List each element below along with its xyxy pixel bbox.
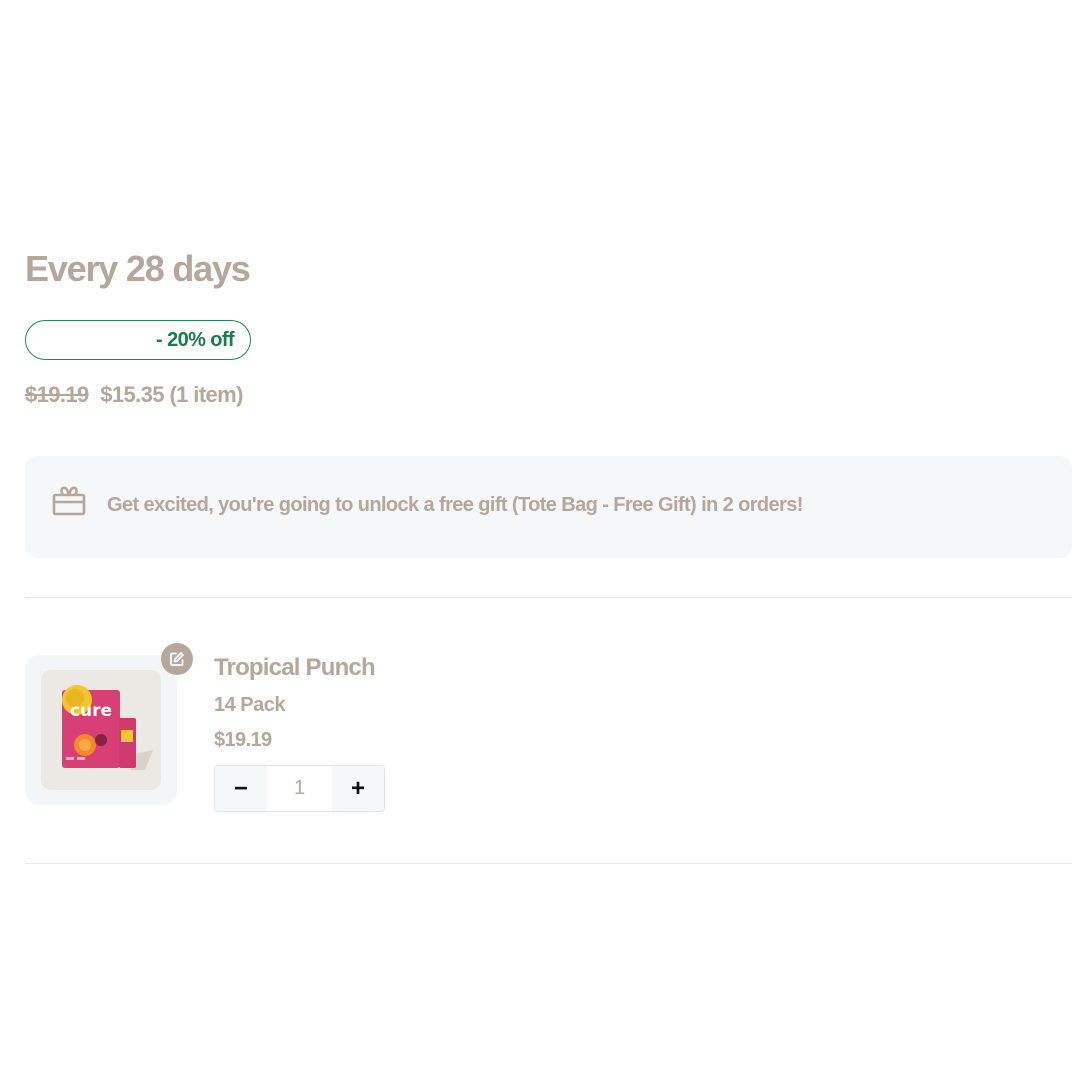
product-image-frame: cure xyxy=(41,670,161,790)
product-package-image: cure xyxy=(62,685,153,770)
edit-item-button[interactable] xyxy=(161,643,193,675)
gift-icon xyxy=(52,486,86,516)
item-count: (1 item) xyxy=(169,382,243,407)
subscription-page: Every 28 days - 20% off $19.19 $15.35 (1… xyxy=(0,0,1080,1080)
edit-icon xyxy=(170,652,184,666)
product-price: $19.19 xyxy=(214,729,272,751)
gift-banner: Get excited, you're going to unlock a fr… xyxy=(25,456,1072,558)
gift-message: Get excited, you're going to unlock a fr… xyxy=(107,494,803,516)
original-price: $19.19 xyxy=(25,382,89,407)
frequency-title: Every 28 days xyxy=(25,248,251,289)
discounted-price: $15.35 xyxy=(100,382,164,407)
price-summary: $19.19 $15.35 (1 item) xyxy=(25,382,243,408)
package-brand-text: cure xyxy=(70,701,112,721)
quantity-stepper: − 1 + xyxy=(214,765,385,812)
decrement-button[interactable]: − xyxy=(215,766,267,811)
discount-label: - 20% off xyxy=(156,328,235,351)
increment-button[interactable]: + xyxy=(332,766,384,811)
divider-top xyxy=(25,597,1072,598)
product-variant: 14 Pack xyxy=(214,694,286,716)
product-name: Tropical Punch xyxy=(214,654,376,681)
divider-bottom xyxy=(25,863,1072,864)
quantity-value[interactable]: 1 xyxy=(267,766,332,811)
product-image: cure xyxy=(25,655,177,805)
discount-badge: - 20% off xyxy=(25,320,251,360)
